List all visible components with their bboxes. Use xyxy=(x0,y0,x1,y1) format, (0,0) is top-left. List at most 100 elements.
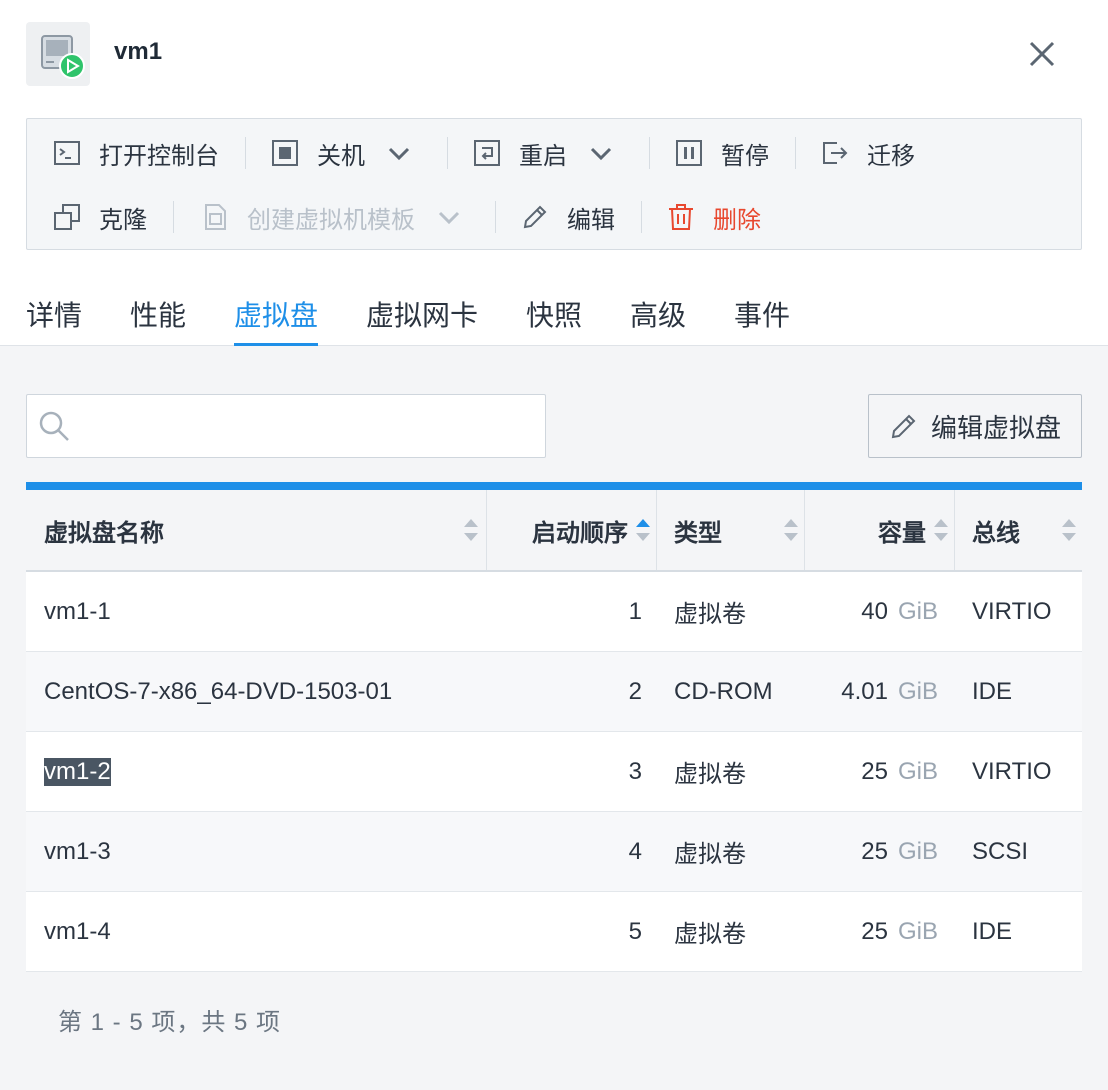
migrate-icon xyxy=(821,139,849,167)
toolbar-divider xyxy=(173,201,174,233)
disk-bus: VIRTIO xyxy=(972,757,1052,785)
trash-icon xyxy=(667,203,695,231)
capacity-value: 40 xyxy=(861,597,888,625)
restart-icon xyxy=(473,139,501,167)
dialog-header: vm1 xyxy=(0,0,1108,110)
tab-events[interactable]: 事件 xyxy=(734,294,790,346)
toolbar-divider xyxy=(795,137,796,169)
migrate-label: 迁移 xyxy=(867,142,915,170)
template-icon xyxy=(201,203,229,231)
virtual-disk-table: 虚拟盘名称 启动顺序 类型 容量 总线 vm1-1 1 虚拟卷 40 GiB V… xyxy=(26,482,1082,972)
disk-type: CD-ROM xyxy=(674,677,773,705)
pause-label: 暂停 xyxy=(721,142,769,170)
clone-icon xyxy=(53,203,81,231)
pagination-summary: 第 1 - 5 项，共 5 项 xyxy=(58,1009,282,1036)
disk-capacity: 25 GiB xyxy=(806,892,938,971)
tab-advanced[interactable]: 高级 xyxy=(630,294,686,346)
capacity-unit: GiB xyxy=(897,837,938,865)
vm-title: vm1 xyxy=(114,38,163,65)
column-header-type[interactable]: 类型 xyxy=(674,490,722,570)
disk-name: CentOS-7-x86_64-DVD-1503-01 xyxy=(44,677,393,705)
disk-capacity: 4.01 GiB xyxy=(806,652,938,731)
pencil-icon xyxy=(521,203,549,231)
column-header-name[interactable]: 虚拟盘名称 xyxy=(44,490,164,570)
delete-button[interactable]: 删除 xyxy=(667,197,761,237)
disk-name: vm1-4 xyxy=(44,917,111,945)
pencil-icon xyxy=(889,411,919,441)
column-divider xyxy=(804,490,805,570)
capacity-value: 25 xyxy=(861,837,888,865)
sort-icon[interactable] xyxy=(932,516,950,544)
tab-bar: 详情 性能 虚拟盘 虚拟网卡 快照 高级 事件 xyxy=(0,290,1108,346)
toolbar-divider xyxy=(641,201,642,233)
table-row[interactable]: vm1-4 5 虚拟卷 25 GiB IDE xyxy=(26,892,1082,972)
tab-performance[interactable]: 性能 xyxy=(130,294,186,346)
chevron-down-icon[interactable] xyxy=(385,139,413,167)
close-icon[interactable] xyxy=(1024,36,1060,72)
edit-virtual-disks-button[interactable]: 编辑虚拟盘 xyxy=(868,394,1082,458)
tab-snapshots[interactable]: 快照 xyxy=(526,294,582,346)
tab-details[interactable]: 详情 xyxy=(26,294,82,346)
create-template-label: 创建虚拟机模板 xyxy=(247,206,415,234)
sort-icon[interactable] xyxy=(1060,516,1078,544)
disk-type: 虚拟卷 xyxy=(674,841,746,868)
action-toolbar: 打开控制台 关机 重启 暂停 迁移 克隆 创建虚拟机模板 编辑 删除 xyxy=(26,118,1082,250)
table-row[interactable]: vm1-1 1 虚拟卷 40 GiB VIRTIO xyxy=(26,572,1082,652)
boot-order: 4 xyxy=(628,837,642,865)
tab-virtual-disks[interactable]: 虚拟盘 xyxy=(234,294,319,346)
toolbar-divider xyxy=(495,201,496,233)
table-row[interactable]: vm1-2 3 虚拟卷 25 GiB VIRTIO xyxy=(26,732,1082,812)
column-header-capacity[interactable]: 容量 xyxy=(878,490,926,570)
disk-bus: VIRTIO xyxy=(972,597,1052,625)
sort-ascending-icon[interactable] xyxy=(634,516,652,544)
disk-capacity: 40 GiB xyxy=(806,572,938,651)
search-icon xyxy=(37,409,71,443)
edit-virtual-disks-label: 编辑虚拟盘 xyxy=(930,412,1061,443)
restart-label: 重启 xyxy=(519,142,567,170)
toolbar-divider xyxy=(245,137,246,169)
capacity-value: 25 xyxy=(861,757,888,785)
chevron-down-icon[interactable] xyxy=(587,139,615,167)
sort-icon[interactable] xyxy=(782,516,800,544)
disk-capacity: 25 GiB xyxy=(806,812,938,891)
column-header-bus[interactable]: 总线 xyxy=(972,490,1020,570)
disk-type: 虚拟卷 xyxy=(674,921,746,948)
column-divider xyxy=(656,490,657,570)
shutdown-button[interactable]: 关机 xyxy=(271,133,413,173)
table-row[interactable]: vm1-3 4 虚拟卷 25 GiB SCSI xyxy=(26,812,1082,892)
edit-button[interactable]: 编辑 xyxy=(521,197,615,237)
tab-virtual-nics[interactable]: 虚拟网卡 xyxy=(366,294,478,346)
migrate-button[interactable]: 迁移 xyxy=(821,133,915,173)
vm-running-icon xyxy=(26,22,90,86)
disk-bus: SCSI xyxy=(972,837,1029,865)
pause-button[interactable]: 暂停 xyxy=(675,133,769,173)
column-header-boot-order[interactable]: 启动顺序 xyxy=(532,490,628,570)
disk-bus: IDE xyxy=(972,677,1013,705)
capacity-unit: GiB xyxy=(897,757,938,785)
disk-bus: IDE xyxy=(972,917,1013,945)
capacity-unit: GiB xyxy=(897,917,938,945)
table-row[interactable]: CentOS-7-x86_64-DVD-1503-01 2 CD-ROM 4.0… xyxy=(26,652,1082,732)
disk-name: vm1-3 xyxy=(44,837,111,865)
console-icon xyxy=(53,139,81,167)
clone-button[interactable]: 克隆 xyxy=(53,197,147,237)
sort-icon[interactable] xyxy=(462,516,480,544)
stop-icon xyxy=(271,139,299,167)
open-console-button[interactable]: 打开控制台 xyxy=(53,133,219,173)
shutdown-label: 关机 xyxy=(317,142,365,170)
delete-label: 删除 xyxy=(713,206,761,234)
create-template-button[interactable]: 创建虚拟机模板 xyxy=(201,197,463,237)
boot-order: 3 xyxy=(628,757,642,785)
column-divider xyxy=(486,490,487,570)
toolbar-divider xyxy=(649,137,650,169)
boot-order: 1 xyxy=(628,597,642,625)
capacity-value: 4.01 xyxy=(841,677,888,705)
virtual-disks-panel: 编辑虚拟盘 虚拟盘名称 启动顺序 类型 容量 总线 vm1-1 1 虚拟卷 40… xyxy=(0,346,1108,1090)
edit-label: 编辑 xyxy=(567,206,615,234)
restart-button[interactable]: 重启 xyxy=(473,133,615,173)
capacity-unit: GiB xyxy=(897,677,938,705)
disk-name: vm1-2 xyxy=(44,732,111,811)
boot-order: 2 xyxy=(628,677,642,705)
clone-label: 克隆 xyxy=(99,206,147,234)
search-input[interactable] xyxy=(83,395,539,457)
